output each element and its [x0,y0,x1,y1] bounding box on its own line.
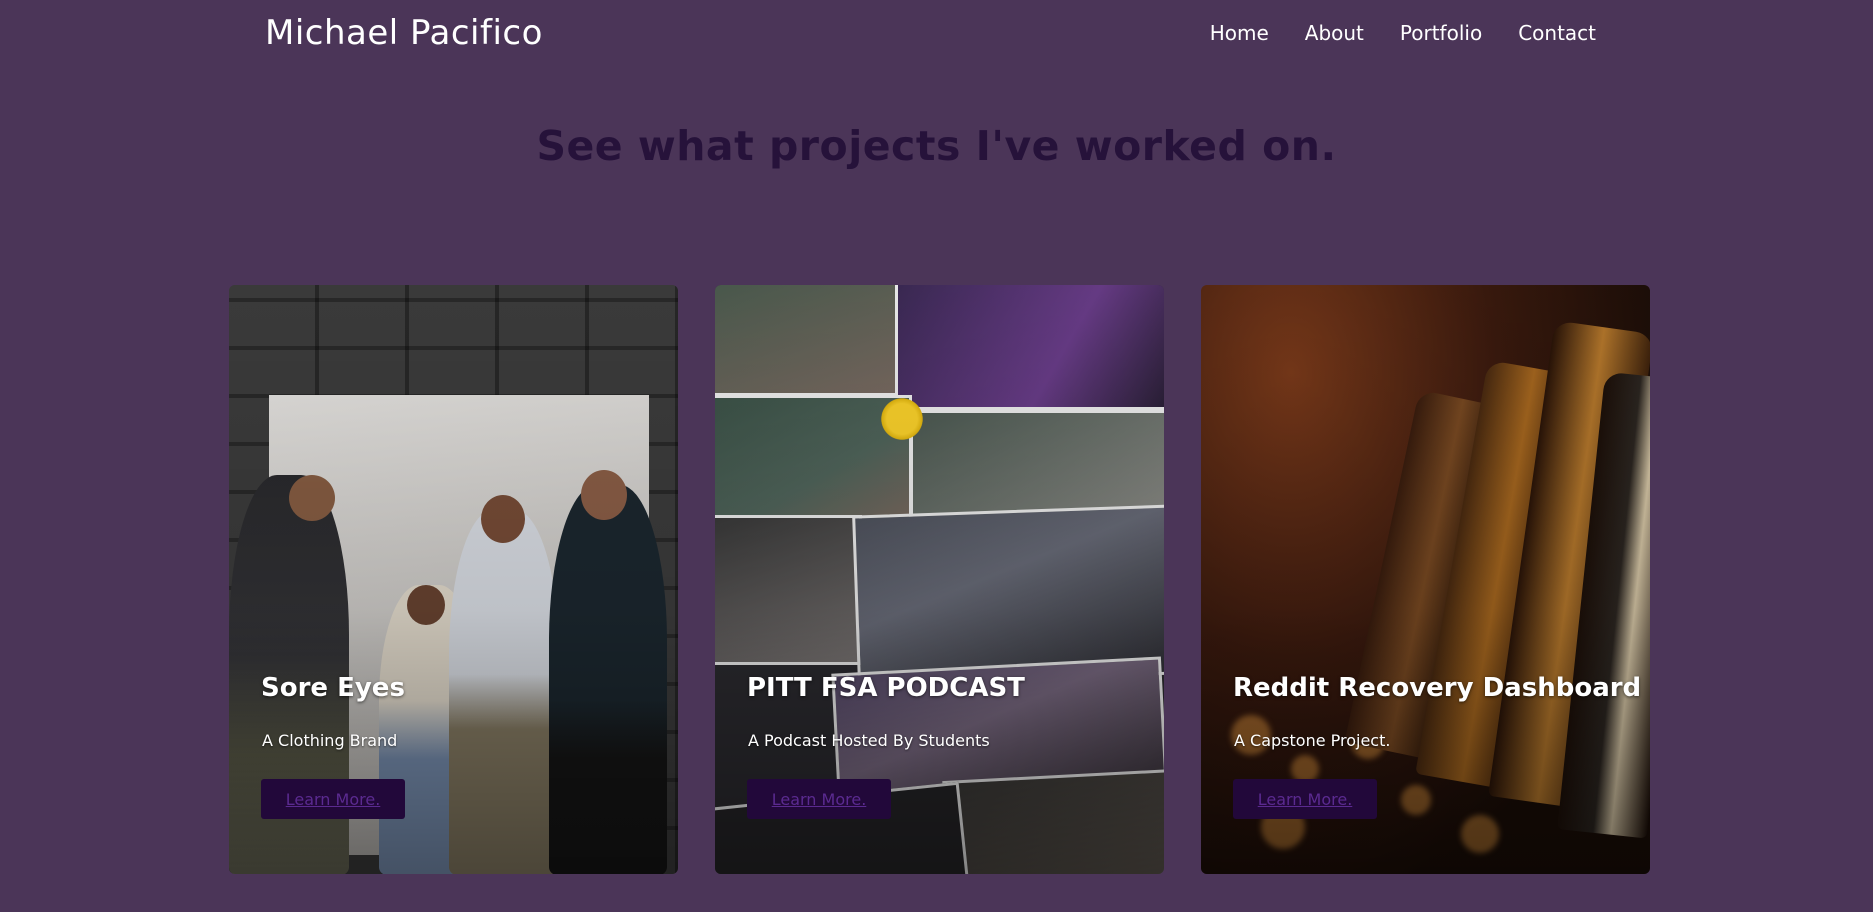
nav-contact-link[interactable]: Contact [1518,18,1596,48]
nav-home-link[interactable]: Home [1210,18,1269,48]
card-title: PITT FSA PODCAST [747,673,1025,703]
main-nav: Home About Portfolio Contact [1210,18,1596,48]
nav-portfolio-link[interactable]: Portfolio [1400,18,1482,48]
project-card-pitt-fsa-podcast: PITT FSA PODCAST A Podcast Hosted By Stu… [715,285,1164,874]
project-card-reddit-recovery-dashboard: Reddit Recovery Dashboard A Capstone Pro… [1201,285,1650,874]
card-title: Reddit Recovery Dashboard [1233,673,1642,703]
card-subtitle: A Podcast Hosted By Students [748,731,990,750]
learn-more-button[interactable]: Learn More. [1233,779,1377,819]
learn-more-button[interactable]: Learn More. [747,779,891,819]
brand-logo-link[interactable]: Michael Pacifico [265,12,543,54]
project-card-sore-eyes: Sore Eyes A Clothing Brand Learn More. [229,285,678,874]
project-cards: Sore Eyes A Clothing Brand Learn More. P… [229,285,1650,874]
card-subtitle: A Capstone Project. [1234,731,1391,750]
card-title: Sore Eyes [261,673,405,703]
card-subtitle: A Clothing Brand [262,731,398,750]
learn-more-button[interactable]: Learn More. [261,779,405,819]
page-headline: See what projects I've worked on. [536,122,1337,170]
site-header: Michael Pacifico Home About Portfolio Co… [0,0,1873,70]
nav-about-link[interactable]: About [1305,18,1364,48]
